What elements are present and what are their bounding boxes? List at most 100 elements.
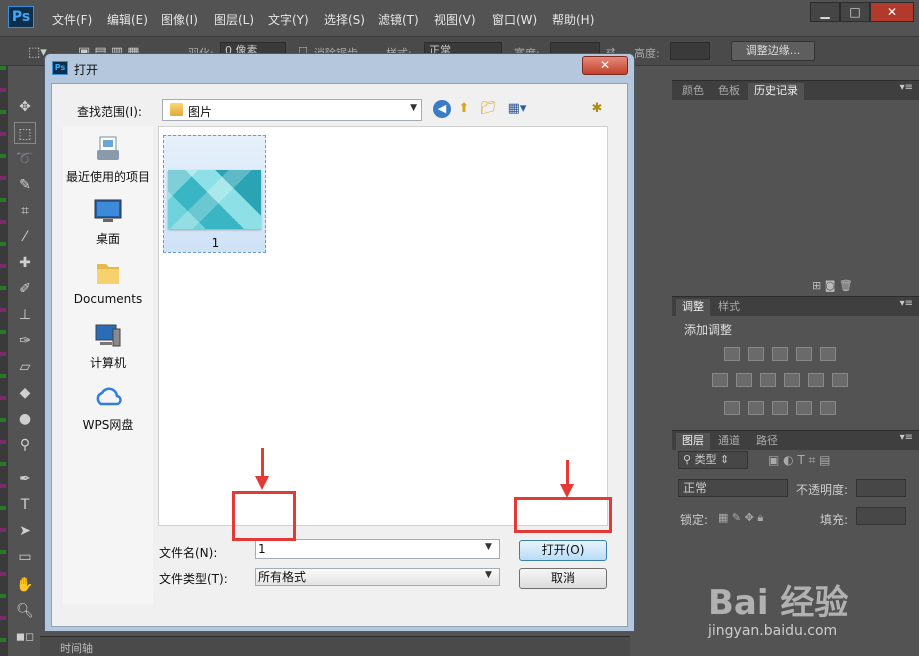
file-item-name: 1 [211, 236, 220, 250]
marquee-icon[interactable]: ⬚ [14, 122, 36, 144]
menu-view[interactable]: 视图(V) [434, 11, 476, 28]
menu-edit[interactable]: 编辑(E) [107, 11, 148, 28]
hue-icon[interactable] [712, 373, 728, 387]
opacity-input[interactable] [856, 479, 906, 497]
balance-icon[interactable] [736, 373, 752, 387]
back-icon[interactable]: ◀ [433, 100, 451, 118]
history-brush-icon[interactable]: ✑ [14, 330, 36, 352]
brightness-icon[interactable] [724, 347, 740, 361]
up-folder-icon[interactable]: ⬆ [455, 100, 473, 118]
eraser-icon[interactable]: ▱ [14, 356, 36, 378]
panel-menu-icon[interactable]: ▾≡ [900, 432, 913, 443]
place-wps-cloud[interactable]: WPS网盘 [63, 382, 153, 433]
stamp-icon[interactable]: ⊥ [14, 304, 36, 326]
eyedropper-icon[interactable]: ⁄ [14, 226, 36, 248]
lookup-icon[interactable] [832, 373, 848, 387]
bridge-folder-icon[interactable]: ✱ [588, 100, 606, 118]
mixer-icon[interactable] [808, 373, 824, 387]
place-desktop[interactable]: 桌面 [63, 196, 153, 247]
desktop-icon [94, 199, 122, 222]
curves-icon[interactable] [772, 347, 788, 361]
panel-menu-icon[interactable]: ▾≡ [900, 82, 913, 93]
tab-color[interactable]: 颜色 [676, 83, 710, 100]
menu-layer[interactable]: 图层(L) [214, 11, 254, 28]
minimize-button[interactable]: ▁ [810, 2, 840, 22]
new-folder-icon[interactable]: 📁︎ [479, 100, 497, 118]
tab-adjustments[interactable]: 调整 [676, 299, 710, 316]
pen-icon[interactable]: ✒ [14, 468, 36, 490]
blend-mode-select[interactable]: 正常 [678, 479, 788, 497]
menu-image[interactable]: 图像(I) [161, 11, 198, 28]
chevron-down-icon[interactable]: ▼ [485, 542, 492, 552]
menu-window[interactable]: 窗口(W) [492, 11, 537, 28]
layer-filter-icons[interactable]: ▣ ◐ T ⌗ ▤ [768, 453, 831, 468]
selective-color-icon[interactable] [820, 401, 836, 415]
type-icon[interactable]: T [14, 494, 36, 516]
look-in-select[interactable]: 图片 ▼ [162, 99, 422, 121]
layer-kind-filter[interactable]: ⚲ 类型 ⇕ [678, 451, 748, 469]
tab-styles[interactable]: 样式 [712, 299, 746, 316]
dodge-icon[interactable]: ⚲ [14, 434, 36, 456]
menu-file[interactable]: 文件(F) [52, 11, 92, 28]
tab-layers[interactable]: 图层 [676, 433, 710, 450]
menu-type[interactable]: 文字(Y) [268, 11, 309, 28]
place-computer[interactable]: 计算机 [63, 320, 153, 371]
history-actions-icons[interactable]: ⊞ ◙ 🗑︎ [812, 279, 853, 292]
crop-icon[interactable]: ⌗ [14, 200, 36, 222]
photo-filter-icon[interactable] [784, 373, 800, 387]
recent-items-icon [97, 136, 119, 160]
close-app-button[interactable]: ✕ [870, 2, 914, 22]
path-select-icon[interactable]: ➤ [14, 520, 36, 542]
zoom-icon[interactable]: 🔍︎ [14, 600, 36, 622]
refine-edge-button[interactable]: 调整边缘... [731, 41, 815, 61]
hand-icon[interactable]: ✋ [14, 574, 36, 596]
levels-icon[interactable] [748, 347, 764, 361]
vibrance-icon[interactable] [820, 347, 836, 361]
timeline-panel: 时间轴 [40, 636, 630, 656]
blur-icon[interactable]: ● [14, 408, 36, 430]
open-button[interactable]: 打开(O) [519, 540, 607, 561]
maximize-button[interactable]: □ [840, 2, 870, 22]
filetype-select[interactable]: 所有格式 [255, 568, 500, 586]
posterize-icon[interactable] [748, 401, 764, 415]
panel-menu-icon[interactable]: ▾≡ [900, 298, 913, 309]
filename-input[interactable]: 1 [255, 539, 500, 559]
fill-input[interactable] [856, 507, 906, 525]
folder-icon [170, 103, 183, 116]
file-list[interactable]: 1 [158, 126, 608, 526]
photoshop-logo: Ps [8, 6, 34, 28]
invert-icon[interactable] [724, 401, 740, 415]
tab-paths[interactable]: 路径 [750, 433, 784, 450]
place-recent[interactable]: 最近使用的项目 [63, 134, 153, 185]
dialog-close-button[interactable]: ✕ [582, 56, 628, 75]
tab-channels[interactable]: 通道 [712, 433, 746, 450]
view-menu-icon[interactable]: ▦▾ [504, 100, 530, 118]
threshold-icon[interactable] [772, 401, 788, 415]
brush-icon[interactable]: ✐ [14, 278, 36, 300]
menu-help[interactable]: 帮助(H) [552, 11, 594, 28]
tab-history[interactable]: 历史记录 [748, 83, 804, 100]
move-icon[interactable]: ✥ [14, 96, 36, 118]
cancel-button[interactable]: 取消 [519, 568, 607, 589]
bucket-icon[interactable]: ◆ [14, 382, 36, 404]
height-input[interactable] [670, 42, 710, 60]
lock-icons[interactable]: ▦ ✎ ✥ 🔒︎ [718, 511, 763, 525]
menu-filter[interactable]: 滤镜(T) [378, 11, 419, 28]
gradient-map-icon[interactable] [796, 401, 812, 415]
lasso-icon[interactable]: ➰ [14, 148, 36, 170]
layers-tabbar: 图层 通道 路径 ▾≡ [672, 431, 919, 450]
healing-icon[interactable]: ✚ [14, 252, 36, 274]
place-documents[interactable]: Documents [63, 258, 153, 306]
annotation-open-box [514, 497, 612, 533]
file-item[interactable]: 1 [163, 135, 266, 253]
shape-icon[interactable]: ▭ [14, 546, 36, 568]
quick-select-icon[interactable]: ✎ [14, 174, 36, 196]
tab-swatches[interactable]: 色板 [712, 83, 746, 100]
exposure-icon[interactable] [796, 347, 812, 361]
history-tabbar: 颜色 色板 历史记录 ▾≡ [672, 81, 919, 100]
bw-icon[interactable] [760, 373, 776, 387]
timeline-tab[interactable]: 时间轴 [60, 640, 93, 656]
cloud-icon [96, 387, 122, 406]
menu-select[interactable]: 选择(S) [324, 11, 365, 28]
color-swatch-icon[interactable]: ◼◻ [14, 626, 36, 648]
